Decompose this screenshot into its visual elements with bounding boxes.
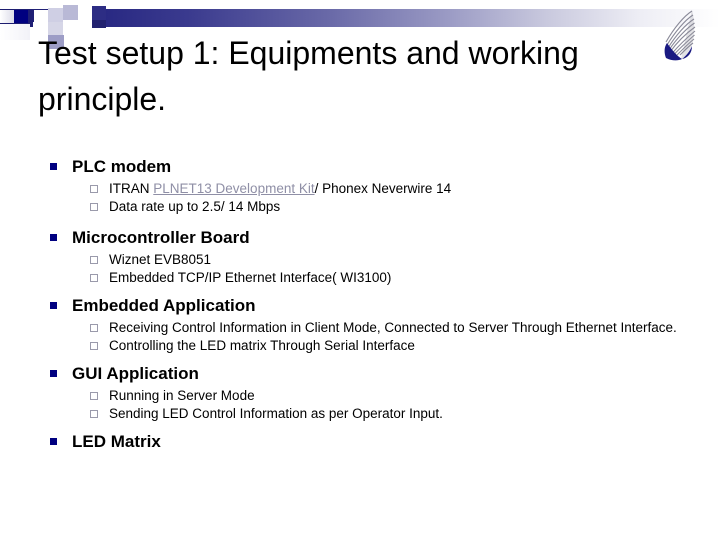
- page-title: Test setup 1: Equipments and working pri…: [38, 35, 579, 117]
- square-bullet-icon: [50, 438, 57, 445]
- hollow-square-bullet-icon: [90, 256, 98, 264]
- outline-heading-microcontroller-board: Microcontroller Board: [44, 227, 694, 249]
- list-item-text-post: / Phonex Neverwire 14: [314, 181, 452, 196]
- outline-heading-plc-modem: PLC modem: [44, 156, 694, 178]
- deco-square-navy: [14, 10, 28, 23]
- list-item: Running in Server Mode: [44, 388, 694, 404]
- square-bullet-icon: [50, 163, 57, 170]
- deco-square-b: [0, 10, 14, 23]
- deco-square-j: [78, 5, 92, 20]
- list-item-label: Data rate up to 2.5/ 14 Mbps: [109, 198, 281, 214]
- hollow-square-bullet-icon: [90, 324, 98, 332]
- list-item: Controlling the LED matrix Through Seria…: [44, 338, 694, 354]
- outline-heading-embedded-application: Embedded Application: [44, 295, 694, 317]
- list-item-label: Receiving Control Information in Client …: [109, 320, 677, 335]
- hollow-square-bullet-icon: [90, 202, 98, 211]
- outline-heading-label: PLC modem: [72, 157, 172, 176]
- outline-sublist-embedded-application: Receiving Control Information in Client …: [44, 320, 694, 353]
- deco-square-e: [63, 5, 78, 20]
- deco-square-d: [48, 8, 63, 22]
- list-item-label: Running in Server Mode: [109, 388, 255, 403]
- list-item-label: Embedded TCP/IP Ethernet Interface( WI31…: [109, 269, 392, 285]
- hollow-square-bullet-icon: [90, 273, 98, 282]
- list-item: Wiznet EVB8051: [44, 252, 694, 268]
- list-item: Embedded TCP/IP Ethernet Interface( WI31…: [44, 270, 694, 286]
- hollow-square-bullet-icon: [90, 409, 98, 418]
- outline-sublist-gui-application: Running in Server Mode Sending LED Contr…: [44, 388, 694, 421]
- list-item-label: Wiznet EVB8051: [109, 252, 212, 267]
- outline-sublist-microcontroller-board: Wiznet EVB8051 Embedded TCP/IP Ethernet …: [44, 252, 694, 285]
- deco-square-n: [0, 24, 30, 40]
- deco-square-m: [92, 20, 106, 28]
- hollow-square-bullet-icon: [90, 392, 98, 400]
- slide-body-outline: PLC modem ITRAN PLNET13 Development Kit/…: [44, 156, 694, 453]
- outline-heading-led-matrix: LED Matrix: [44, 431, 694, 453]
- list-item: ITRAN PLNET13 Development Kit/ Phonex Ne…: [44, 181, 694, 197]
- header-gradient-bar: [0, 9, 720, 27]
- square-bullet-icon: [50, 302, 57, 309]
- hollow-square-bullet-icon: [90, 185, 98, 193]
- outline-sublist-plc-modem: ITRAN PLNET13 Development Kit/ Phonex Ne…: [44, 181, 694, 214]
- list-item-label: Controlling the LED matrix Through Seria…: [109, 337, 415, 353]
- list-item-text-pre: ITRAN: [109, 181, 154, 196]
- hollow-square-bullet-icon: [90, 341, 98, 350]
- outline-heading-label: Microcontroller Board: [72, 228, 250, 247]
- list-item: Receiving Control Information in Client …: [44, 320, 694, 336]
- list-item-label: Sending LED Control Information as per O…: [109, 405, 443, 421]
- deco-square-l: [92, 6, 106, 20]
- list-item: Sending LED Control Information as per O…: [44, 406, 694, 422]
- square-bullet-icon: [50, 234, 57, 241]
- square-bullet-icon: [50, 370, 57, 377]
- outline-heading-label: GUI Application: [72, 364, 199, 383]
- plnet13-development-kit-link[interactable]: PLNET13 Development Kit: [153, 181, 314, 196]
- outline-heading-label: Embedded Application: [72, 296, 256, 315]
- wing-feather-logo-icon: [648, 6, 702, 68]
- outline-heading-gui-application: GUI Application: [44, 363, 694, 385]
- outline-heading-label: LED Matrix: [72, 432, 161, 451]
- list-item: Data rate up to 2.5/ 14 Mbps: [44, 199, 694, 215]
